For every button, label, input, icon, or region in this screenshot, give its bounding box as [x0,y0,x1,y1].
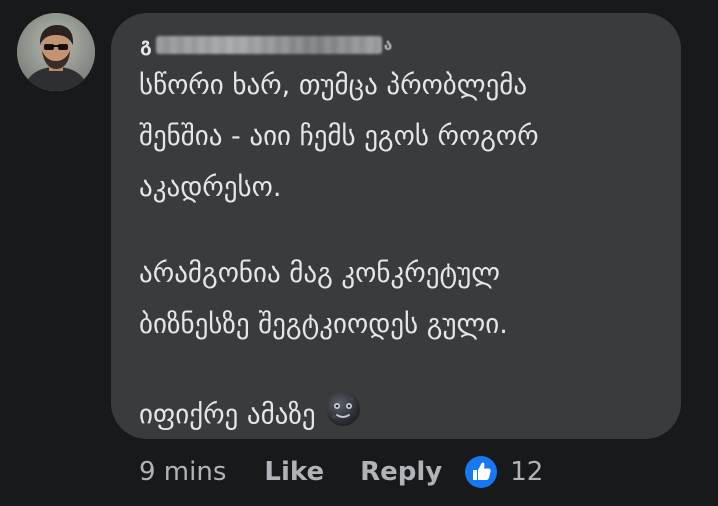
comment-author[interactable]: გ ა [140,32,392,58]
avatar[interactable] [17,13,95,91]
author-name-visible: გ [140,34,152,56]
like-reaction-icon[interactable] [464,455,498,489]
comment-text-line-last: იფიქრე ამაზე [139,392,362,440]
author-name-tail: ა [383,36,393,54]
like-button[interactable]: Like [264,457,324,487]
redacted-author-name [155,36,382,54]
timestamp[interactable]: 9 mins [139,457,226,487]
profile-photo-icon [17,13,95,91]
comment-text-line: სწორი ხარ, თუმცა პრობლემა [139,70,528,101]
comment-thread: გ ა სწორი ხარ, თუმცა პრობლემა შენშია - ა… [0,0,718,506]
new-moon-face-emoji-icon [324,390,362,438]
comment-text-line: შენშია - აიი ჩემს ეგოს როგორ [139,121,539,152]
reply-button[interactable]: Reply [360,457,442,487]
comment-text-line: ბიზნესზე შეგტკიოდეს გული. [139,309,508,340]
comment-meta-row: 9 mins Like Reply 12 [139,452,543,492]
comment-text-line: არამგონია მაგ კონკრეტულ [139,258,500,289]
reaction-count[interactable]: 12 [510,457,543,487]
comment-text-line: აკადრესო. [139,172,282,203]
comment-text-line: იფიქრე ამაზე [139,399,316,431]
